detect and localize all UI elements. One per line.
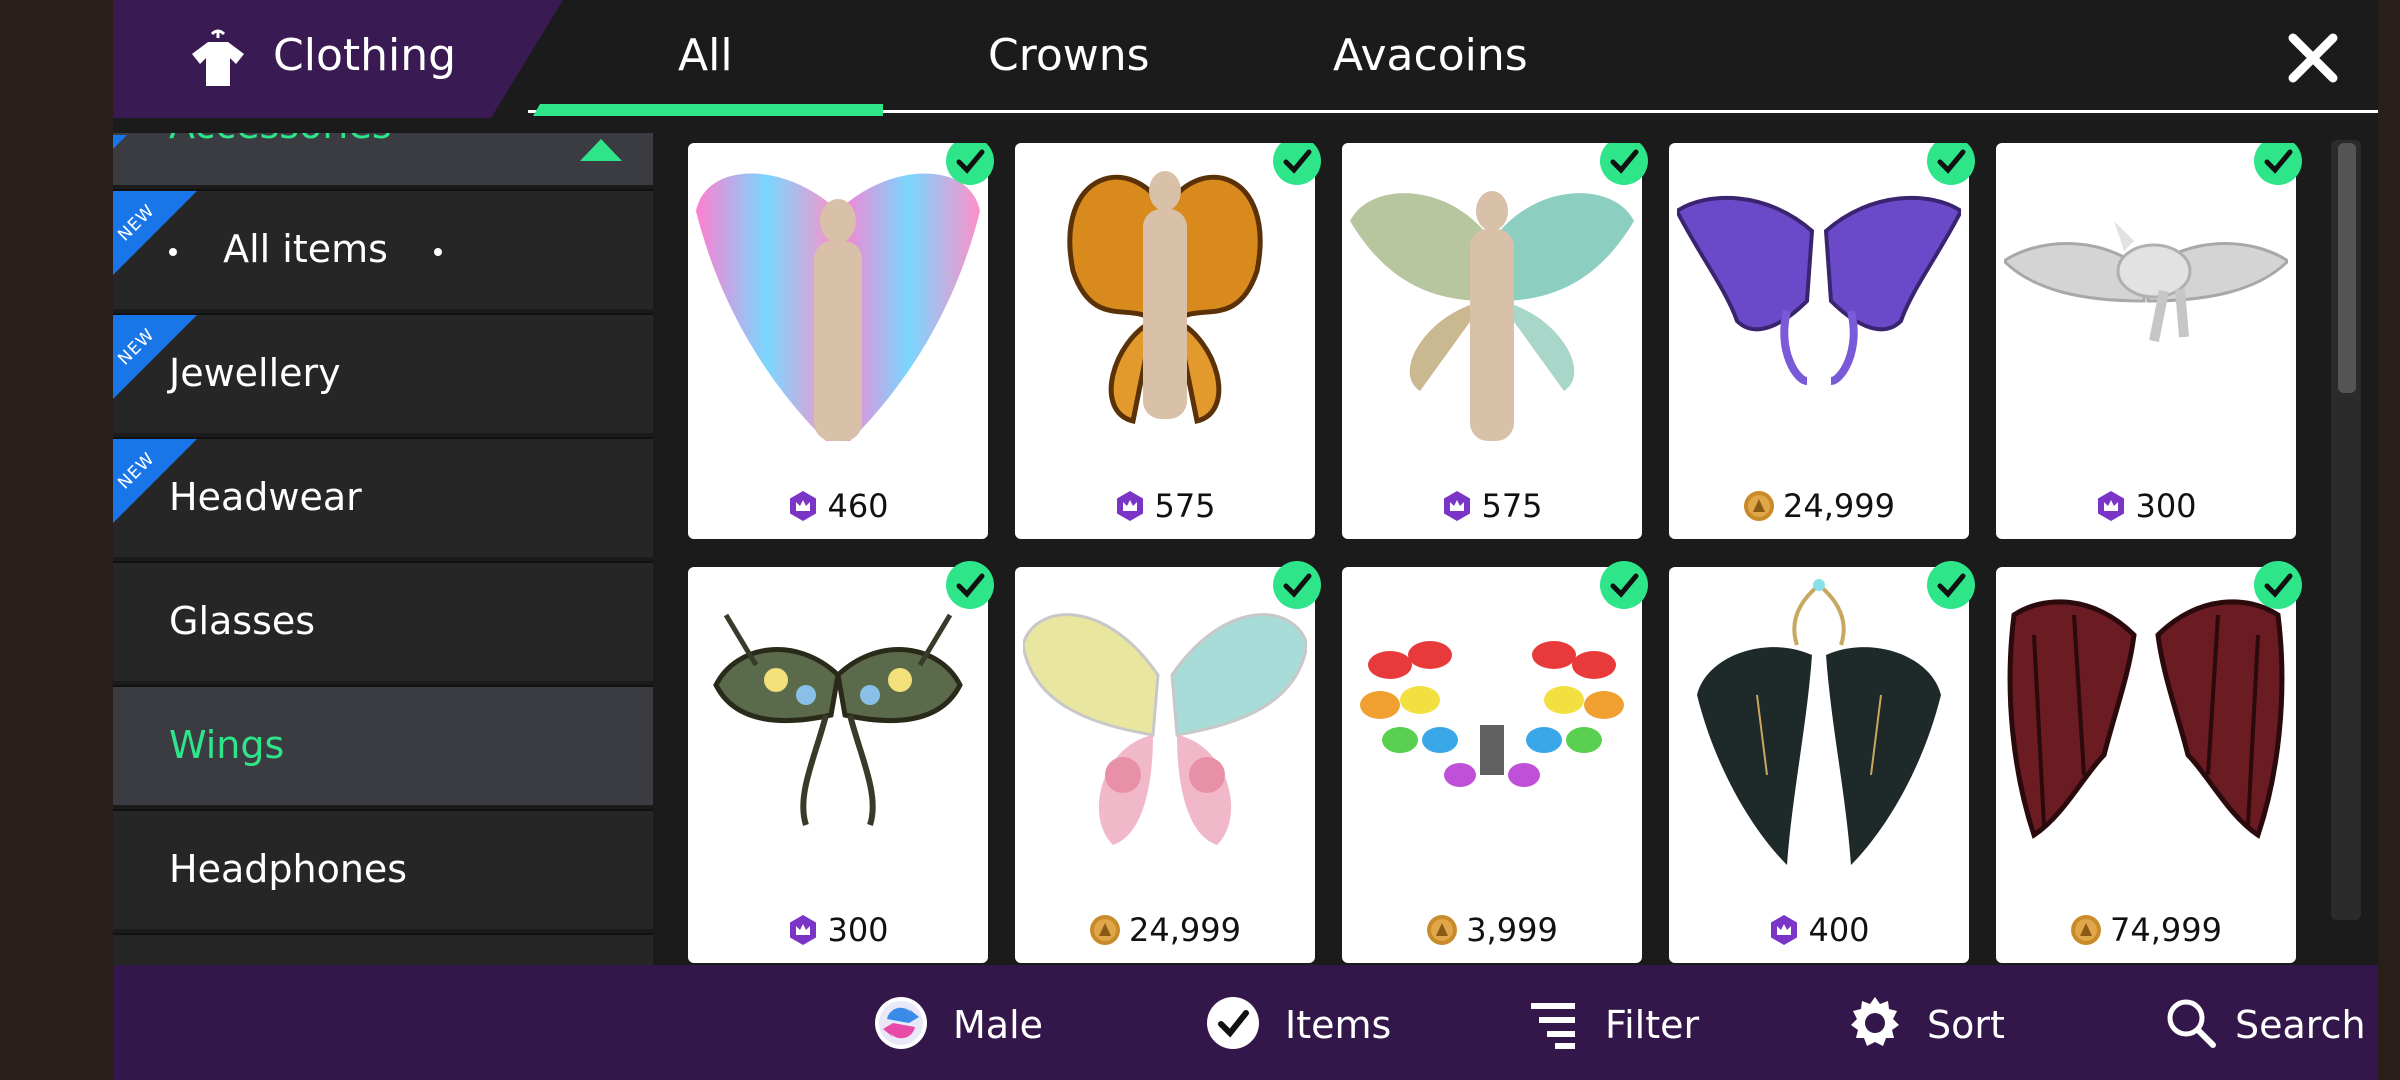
store-window: Clothing All Crowns Avacoins Accessories… — [113, 0, 2378, 1080]
owned-check-icon — [1927, 143, 1975, 185]
owned-check-icon — [2254, 143, 2302, 185]
bottom-toolbar: Male Items Filter Sort Search — [113, 965, 2378, 1080]
orange-butterfly-wings-image — [1067, 171, 1263, 425]
tab-active-indicator — [533, 104, 883, 116]
owned-check-icon — [946, 143, 994, 185]
sidebar-item-glasses[interactable]: Glasses — [113, 561, 653, 681]
sidebar: Accessories NEW All items NEW Jewellery … — [113, 133, 653, 965]
sidebar-item-label: Headwear — [169, 475, 362, 519]
item-price: 400 — [1669, 911, 1969, 949]
item-price: 575 — [1015, 487, 1315, 525]
sidebar-item-next[interactable] — [113, 933, 653, 965]
crown-currency-icon — [2098, 491, 2125, 521]
check-circle-icon — [1207, 997, 1259, 1049]
item-card[interactable]: 300 — [1996, 143, 2302, 539]
items-label: Items — [1285, 1003, 1392, 1047]
sort-badge-icon — [1851, 997, 1899, 1046]
new-ribbon-fragment — [113, 135, 127, 149]
item-card[interactable]: 575 — [1015, 143, 1321, 539]
sidebar-item-label: Glasses — [169, 599, 316, 643]
item-card[interactable]: 300 — [688, 561, 994, 963]
sidebar-item-label: Accessories — [169, 133, 392, 147]
male-label: Male — [953, 1003, 1044, 1047]
floral-branch-wings-image — [713, 613, 963, 826]
gender-toggle-button[interactable]: Male — [873, 995, 1043, 1051]
sidebar-item-all-items[interactable]: NEW All items — [113, 189, 653, 309]
owned-check-icon — [2254, 561, 2302, 609]
sidebar-item-accessories[interactable]: Accessories — [113, 133, 653, 185]
filter-icon — [1531, 1003, 1575, 1049]
owned-check-icon — [1600, 143, 1648, 185]
red-dragon-wings-image — [2007, 599, 2285, 839]
rose-butterfly-wings-image — [1023, 613, 1307, 845]
white-pegasus-wings-image — [2004, 221, 2288, 342]
header: Clothing All Crowns Avacoins — [113, 0, 2378, 118]
item-price: 300 — [688, 911, 988, 949]
items-filter-button[interactable]: Items — [1205, 995, 1391, 1051]
sidebar-item-wings[interactable]: Wings — [113, 685, 653, 805]
item-card[interactable]: 460 — [688, 143, 994, 539]
search-icon — [2167, 999, 2216, 1048]
sidebar-item-label: All items — [223, 227, 388, 271]
crown-currency-icon — [1771, 915, 1798, 945]
item-price: 3,999 — [1342, 911, 1642, 949]
item-card[interactable]: 24,999 — [1015, 561, 1321, 963]
crown-currency-icon — [1117, 491, 1144, 521]
search-label: Search — [2235, 1003, 2366, 1047]
avacoin-currency-icon — [1090, 915, 1121, 945]
teal-feather-wings-image — [1350, 191, 1634, 441]
owned-check-icon — [1600, 561, 1648, 609]
tab-all[interactable]: All — [678, 30, 733, 81]
shirt-icon — [192, 29, 244, 86]
item-price: 575 — [1342, 487, 1642, 525]
rainbow-balloon-wings-image — [1360, 641, 1624, 787]
item-card[interactable]: 400 — [1669, 561, 1975, 963]
item-card[interactable]: 74,999 — [1996, 561, 2302, 963]
crown-currency-icon — [1444, 491, 1471, 521]
gender-swap-icon — [875, 997, 927, 1049]
sidebar-item-label: Jewellery — [169, 351, 341, 395]
sort-button[interactable]: Sort — [1847, 995, 2007, 1051]
crown-currency-icon — [790, 491, 817, 521]
item-card[interactable]: 24,999 — [1669, 143, 1975, 539]
black-gold-wings-image — [1697, 579, 1941, 865]
sort-label: Sort — [1927, 1003, 2005, 1047]
avacoin-currency-icon — [1744, 491, 1775, 521]
tab-avacoins[interactable]: Avacoins — [1333, 30, 1528, 81]
item-price: 24,999 — [1015, 911, 1315, 949]
avacoin-currency-icon — [1427, 915, 1458, 945]
filter-button[interactable]: Filter — [1525, 995, 1699, 1051]
item-grid: 460 575 575 24,999 300 300 24,999 3,999 … — [688, 143, 2378, 965]
search-button[interactable]: Search — [2163, 995, 2366, 1051]
bullet-icon — [434, 247, 443, 256]
filter-label: Filter — [1605, 1003, 1700, 1047]
pink-feather-wings-image — [696, 173, 980, 441]
avacoin-currency-icon — [2071, 915, 2102, 945]
owned-check-icon — [1273, 561, 1321, 609]
owned-check-icon — [1927, 561, 1975, 609]
purple-fairy-wings-image — [1677, 195, 1961, 385]
close-icon[interactable] — [2283, 28, 2343, 88]
sidebar-item-headphones[interactable]: Headphones — [113, 809, 653, 929]
owned-check-icon — [1273, 143, 1321, 185]
item-card[interactable]: 3,999 — [1342, 561, 1648, 963]
sidebar-item-label: Headphones — [169, 847, 408, 891]
sidebar-item-label: Wings — [169, 723, 285, 767]
item-price: 74,999 — [1996, 911, 2296, 949]
sidebar-item-row: All items — [169, 227, 443, 271]
grid-scroll-thumb[interactable] — [2338, 143, 2356, 393]
item-price: 24,999 — [1669, 487, 1969, 525]
tab-crowns[interactable]: Crowns — [988, 30, 1150, 81]
bullet-icon — [169, 247, 177, 256]
item-price: 300 — [1996, 487, 2296, 525]
chevron-up-icon — [580, 139, 622, 161]
item-card[interactable]: 575 — [1342, 143, 1648, 539]
crown-currency-icon — [790, 915, 817, 945]
sidebar-item-headwear[interactable]: NEW Headwear — [113, 437, 653, 557]
item-price: 460 — [688, 487, 988, 525]
sidebar-item-jewellery[interactable]: NEW Jewellery — [113, 313, 653, 433]
category-title: Clothing — [273, 30, 457, 81]
owned-check-icon — [946, 561, 994, 609]
